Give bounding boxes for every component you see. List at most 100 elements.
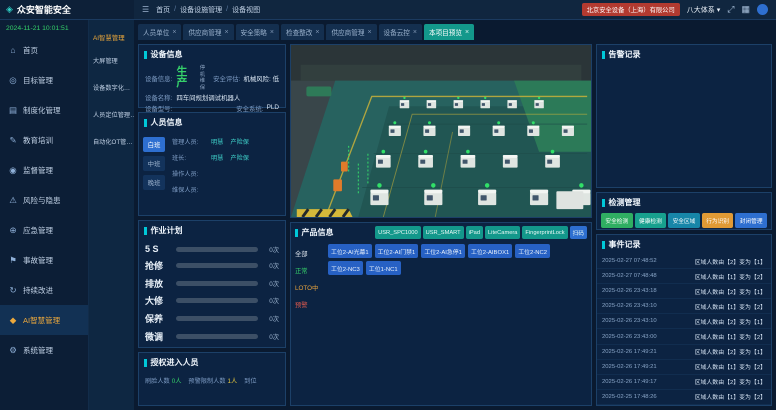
health-check-button[interactable]: 健康检测 [635,213,667,228]
close-icon[interactable]: × [270,29,274,36]
tab-label: 人员单位 [143,27,169,37]
plan-count: 0次 [263,261,279,270]
personnel-field-operator: 操作人员: [172,169,282,178]
event-text: 区域人数由【2】变为【1】 [695,317,766,326]
apps-grid-icon[interactable]: ▦ [741,5,750,14]
breadcrumb-level1[interactable]: 设备设施管理 [180,5,222,15]
company-button[interactable]: 北京安全设备（上海）有限公司 [582,3,680,16]
breadcrumb-home[interactable]: 首页 [156,5,170,15]
event-text: 区域人数由【2】变为【1】 [695,377,766,386]
submenu-item-device-digital[interactable]: 设备数字化… [89,74,134,101]
work-plan-panel: 作业计划 5 S 0次 抢修 0次 [138,220,286,348]
sidebar-item-targets[interactable]: ◎ 目标管理 [0,65,88,95]
close-icon[interactable]: × [367,29,371,36]
ai-icon: ◆ [8,315,18,326]
plan-count: 0次 [263,245,279,254]
submenu-item-ot-automation[interactable]: 自动化OT管… [89,128,134,155]
sidebar-item-rules[interactable]: ▤ 制度化管理 [0,95,88,125]
behavior-recognition-button[interactable]: 行为识别 [702,213,734,228]
filter-loto[interactable]: LOTO中 [295,283,323,292]
sidebar-item-accident[interactable]: ⚑ 事故管理 [0,245,88,275]
sidebar-item-label: 事故管理 [23,255,53,266]
close-icon[interactable]: × [465,29,469,36]
event-text: 区域人数由【2】变为【1】 [695,347,766,356]
device-status-value: 生产 [176,67,195,89]
tab-label: 检查整改 [286,27,312,37]
sidebar-item-home[interactable]: ⌂ 首页 [0,35,88,65]
tab-device-cloud[interactable]: 设备云控 × [379,24,422,40]
tab-inspection[interactable]: 检查整改 × [281,24,324,40]
close-icon[interactable]: × [315,29,319,36]
work-plan-row: 大修 0次 [139,293,285,308]
factory-3d-scene [291,45,591,217]
station-button[interactable]: 工位2-AIBOX1 [468,244,512,258]
shift-tab-middle[interactable]: 中班 [143,156,165,171]
sidebar-item-ai-management[interactable]: ◆ AI智慧管理 [0,305,88,335]
work-plan-body: 5 S 0次 抢修 0次 排放 [139,240,285,347]
shift-tab-day[interactable]: 白班 [143,137,165,152]
event-row: 2025-02-26 17:49:21 区域人数由【2】变为【1】 [597,345,771,360]
device-type-button[interactable]: LiteCamera [485,226,520,239]
event-text: 区域人数由【1】变为【2】 [695,362,766,371]
station-buttons: 工位2-AI光幕1 工位2-AI门禁1 工位2-AI急停1 工位2-AIBOX1… [328,244,587,403]
station-button[interactable]: 工位2-AI门禁1 [375,244,419,258]
station-button[interactable]: 工位1-NC1 [366,261,401,275]
device-type-button[interactable]: USR_SMART [423,226,464,239]
closed-management-button[interactable]: 封闭管理 [735,213,767,228]
tab-project-preview[interactable]: 本项目预览 × [424,24,474,40]
in-place-label: 到位 [244,376,256,385]
event-time: 2025-02-27 07:48:48 [602,273,657,279]
scan-code-button[interactable]: 扫码 [570,226,587,239]
close-icon[interactable]: × [224,29,228,36]
person-name: 明慧 [211,153,223,162]
filter-normal[interactable]: 正常 [295,266,323,275]
event-text: 区域人数由【1】变为【2】 [695,392,766,401]
shift-tab-night[interactable]: 晚班 [143,175,165,190]
sidebar-item-risk[interactable]: ⚠ 风险与隐患 [0,185,88,215]
close-icon[interactable]: × [172,29,176,36]
breadcrumb-level2[interactable]: 设备视图 [232,5,260,15]
station-button[interactable]: 工位2-NC2 [515,244,550,258]
safety-zone-button[interactable]: 安全区域 [668,213,700,228]
target-icon: ◎ [8,75,18,86]
sidebar-item-label: 应急管理 [23,225,53,236]
sidebar-item-system[interactable]: ⚙ 系统管理 [0,335,88,365]
plan-label: 保养 [145,312,171,325]
plan-count: 0次 [263,296,279,305]
breadcrumb: ☰ 首页 / 设备设施管理 / 设备视图 [134,5,582,15]
collapse-menu-icon[interactable]: ☰ [142,5,149,14]
plan-count: 0次 [263,332,279,341]
event-list[interactable]: 2025-02-27 07:48:52 区域人数由【2】变为【1】 2025-0… [597,254,771,405]
device-status-sub2: 维保 [200,78,209,91]
sidebar-item-emergency[interactable]: ⊕ 应急管理 [0,215,88,245]
sidebar-item-improvement[interactable]: ↻ 持续改进 [0,275,88,305]
station-button[interactable]: 工位2-AI光幕1 [328,244,372,258]
submenu-item-personnel-location[interactable]: 人员定位管理… [89,101,134,128]
device-type-button[interactable]: FingerprintLock [522,226,567,239]
fullscreen-icon[interactable]: ⤢ [727,5,734,14]
station-button[interactable]: 工位2-NC3 [328,261,363,275]
left-column: 设备信息 设备信息: 生产 停机 维保 安全评估: [138,44,286,406]
event-text: 区域人数由【1】变为【2】 [695,272,766,281]
filter-all[interactable]: 全部 [295,249,323,258]
tab-supplier-2[interactable]: 供应商管理 × [326,24,376,40]
safety-check-button[interactable]: 安全检测 [601,213,633,228]
station-button[interactable]: 工位2-AI急停1 [421,244,465,258]
tab-supplier-1[interactable]: 供应商管理 × [183,24,233,40]
system-select[interactable]: 八大体系 ▾ [687,5,721,15]
device-type-button[interactable]: iPad [466,226,483,239]
tab-safety-policy[interactable]: 安全策略 × [236,24,279,40]
event-text: 区域人数由【1】变为【2】 [695,302,766,311]
tab-personnel-unit[interactable]: 人员单位 × [138,24,181,40]
device-type-button[interactable]: USR_SPC1000 [375,226,421,239]
user-avatar[interactable] [757,4,768,15]
personnel-field-manager: 管理人员: 明慧 产险保 [172,137,282,146]
close-icon[interactable]: × [413,29,417,36]
sidebar-item-label: 制度化管理 [23,105,61,116]
detection-buttons: 安全检测 健康检测 安全区域 行为识别 封闭管理 [597,212,771,232]
sidebar-item-education[interactable]: ✎ 教育培训 [0,125,88,155]
filter-warning[interactable]: 预警 [295,300,323,309]
factory-3d-viewport[interactable] [290,44,592,218]
submenu-item-big-screen[interactable]: 大屏管理 [89,47,134,74]
sidebar-item-supervision[interactable]: ◉ 监督管理 [0,155,88,185]
